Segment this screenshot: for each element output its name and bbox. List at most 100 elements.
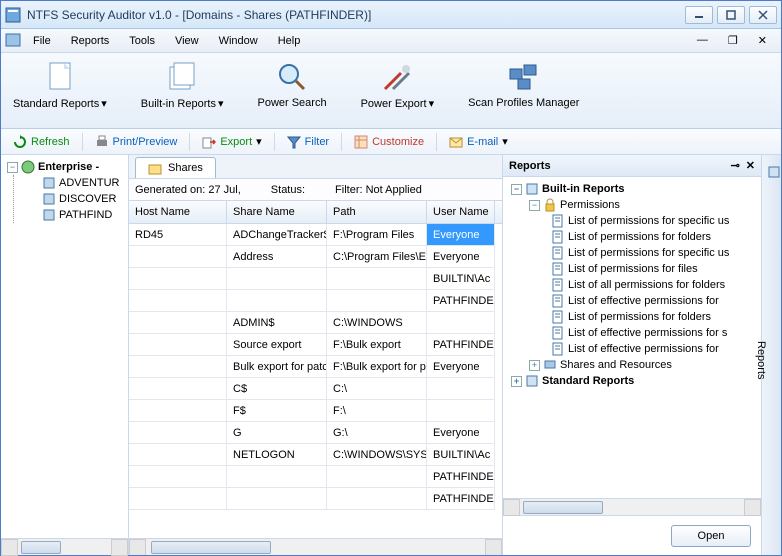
table-row[interactable]: GG:\Everyone bbox=[129, 422, 502, 444]
table-row[interactable]: NETLOGONC:\WINDOWS\SYSVBUILTIN\Ac bbox=[129, 444, 502, 466]
table-row[interactable]: Source exportF:\Bulk exportPATHFINDE bbox=[129, 334, 502, 356]
expand-icon[interactable]: + bbox=[511, 376, 522, 387]
reports-leaf[interactable]: List of permissions for specific us bbox=[505, 213, 759, 229]
tree-item[interactable]: ADVENTUR bbox=[14, 175, 126, 191]
table-cell: BUILTIN\Ac bbox=[427, 444, 495, 466]
table-cell: PATHFINDE bbox=[427, 290, 495, 312]
tree-scrollbar[interactable] bbox=[1, 538, 128, 555]
table-cell bbox=[129, 246, 227, 268]
server-icon bbox=[42, 176, 56, 190]
close-button[interactable] bbox=[749, 6, 777, 24]
table-row[interactable]: RD45ADChangeTracker$F:\Program FilesEver… bbox=[129, 224, 502, 246]
mdi-minimize-button[interactable]: — bbox=[687, 31, 718, 50]
collapse-icon[interactable]: − bbox=[529, 200, 540, 211]
refresh-icon bbox=[13, 135, 27, 149]
table-row[interactable]: C$C:\ bbox=[129, 378, 502, 400]
customize-button[interactable]: Customize bbox=[348, 133, 430, 151]
main-pane: Shares Generated on: 27 Jul, Status: Fil… bbox=[129, 155, 503, 555]
reports-leaf[interactable]: List of effective permissions for bbox=[505, 341, 759, 357]
standard-reports-button[interactable]: Standard Reports▾ bbox=[5, 59, 115, 112]
table-cell: Bulk export for patch bbox=[227, 356, 327, 378]
reports-leaf[interactable]: List of effective permissions for bbox=[505, 293, 759, 309]
table-cell bbox=[327, 268, 427, 290]
table-cell: C:\WINDOWS\SYSV bbox=[327, 444, 427, 466]
table-cell: RD45 bbox=[129, 224, 227, 246]
reports-leaf[interactable]: List of permissions for specific us bbox=[505, 245, 759, 261]
table-row[interactable]: PATHFINDE bbox=[129, 466, 502, 488]
table-row[interactable]: Bulk export for patchF:\Bulk export for … bbox=[129, 356, 502, 378]
table-cell bbox=[129, 378, 227, 400]
print-button[interactable]: Print/Preview bbox=[89, 133, 184, 151]
col-host[interactable]: Host Name bbox=[129, 201, 227, 223]
col-path[interactable]: Path bbox=[327, 201, 427, 223]
col-user[interactable]: User Name bbox=[427, 201, 495, 223]
pin-icon[interactable]: ⊸ bbox=[731, 159, 740, 172]
table-cell: NETLOGON bbox=[227, 444, 327, 466]
table-row[interactable]: ADMIN$C:\WINDOWS bbox=[129, 312, 502, 334]
reports-node-shares[interactable]: +Shares and Resources bbox=[505, 357, 759, 373]
table-row[interactable]: AddressC:\Program Files\ExcEveryone bbox=[129, 246, 502, 268]
tree-item[interactable]: PATHFIND bbox=[14, 207, 126, 223]
reports-leaf[interactable]: List of effective permissions for s bbox=[505, 325, 759, 341]
filter-button[interactable]: Filter bbox=[281, 133, 335, 151]
reports-node-permissions[interactable]: −Permissions bbox=[505, 197, 759, 213]
minimize-button[interactable] bbox=[685, 6, 713, 24]
system-menu-icon[interactable] bbox=[5, 32, 23, 50]
open-button[interactable]: Open bbox=[671, 525, 751, 547]
power-export-button[interactable]: Power Export▾ bbox=[353, 59, 443, 112]
table-cell: F:\Bulk export bbox=[327, 334, 427, 356]
table-row[interactable]: PATHFINDE bbox=[129, 488, 502, 510]
email-button[interactable]: E-mail▾ bbox=[443, 133, 514, 151]
reports-leaf[interactable]: List of permissions for folders bbox=[505, 229, 759, 245]
table-row[interactable]: BUILTIN\Ac bbox=[129, 268, 502, 290]
power-search-button[interactable]: Power Search bbox=[249, 59, 334, 111]
builtin-reports-button[interactable]: Built-in Reports▾ bbox=[133, 59, 232, 112]
reports-leaf[interactable]: List of permissions for folders bbox=[505, 309, 759, 325]
grid-scrollbar[interactable] bbox=[129, 538, 502, 555]
page-icon bbox=[551, 246, 565, 260]
close-pane-icon[interactable]: ✕ bbox=[746, 159, 755, 172]
reports-node-standard[interactable]: +Standard Reports bbox=[505, 373, 759, 389]
maximize-button[interactable] bbox=[717, 6, 745, 24]
table-cell bbox=[129, 444, 227, 466]
table-row[interactable]: F$F:\ bbox=[129, 400, 502, 422]
menu-tools[interactable]: Tools bbox=[119, 32, 165, 50]
report-icon bbox=[525, 374, 539, 388]
chevron-down-icon: ▾ bbox=[429, 97, 435, 110]
table-cell: ADChangeTracker$ bbox=[227, 224, 327, 246]
menu-window[interactable]: Window bbox=[209, 32, 268, 50]
funnel-icon bbox=[287, 135, 301, 149]
export-button[interactable]: Export▾ bbox=[196, 133, 267, 151]
collapse-icon[interactable]: − bbox=[7, 162, 18, 173]
mdi-close-button[interactable]: ✕ bbox=[748, 31, 777, 50]
folder-share-icon bbox=[148, 161, 162, 175]
computers-icon bbox=[508, 61, 540, 93]
refresh-button[interactable]: Refresh bbox=[7, 133, 76, 151]
tree-item[interactable]: DISCOVER bbox=[14, 191, 126, 207]
menu-view[interactable]: View bbox=[165, 32, 209, 50]
table-cell bbox=[129, 356, 227, 378]
ribbon-toolbar: Standard Reports▾ Built-in Reports▾ Powe… bbox=[1, 53, 781, 129]
menu-help[interactable]: Help bbox=[268, 32, 311, 50]
collapse-icon[interactable]: − bbox=[511, 184, 522, 195]
table-cell: C:\WINDOWS bbox=[327, 312, 427, 334]
table-cell: C:\Program Files\Exc bbox=[327, 246, 427, 268]
table-row[interactable]: PATHFINDE bbox=[129, 290, 502, 312]
reports-side-tab[interactable]: Reports bbox=[761, 155, 781, 555]
expand-icon[interactable]: + bbox=[529, 360, 540, 371]
reports-leaf[interactable]: List of all permissions for folders bbox=[505, 277, 759, 293]
magnifier-icon bbox=[276, 61, 308, 93]
mdi-restore-button[interactable]: ❐ bbox=[718, 31, 748, 50]
table-cell bbox=[227, 290, 327, 312]
filter-label: Filter: Not Applied bbox=[335, 184, 422, 196]
scan-profiles-button[interactable]: Scan Profiles Manager bbox=[460, 59, 587, 111]
col-share[interactable]: Share Name bbox=[227, 201, 327, 223]
menu-file[interactable]: File bbox=[23, 32, 61, 50]
reports-leaf[interactable]: List of permissions for files bbox=[505, 261, 759, 277]
tree-root[interactable]: − Enterprise - bbox=[3, 159, 126, 175]
reports-scrollbar[interactable] bbox=[503, 498, 761, 515]
tab-shares[interactable]: Shares bbox=[135, 157, 216, 178]
menu-reports[interactable]: Reports bbox=[61, 32, 120, 50]
reports-node-builtin[interactable]: −Built-in Reports bbox=[505, 181, 759, 197]
reports-tree: −Built-in Reports −Permissions List of p… bbox=[503, 177, 761, 498]
